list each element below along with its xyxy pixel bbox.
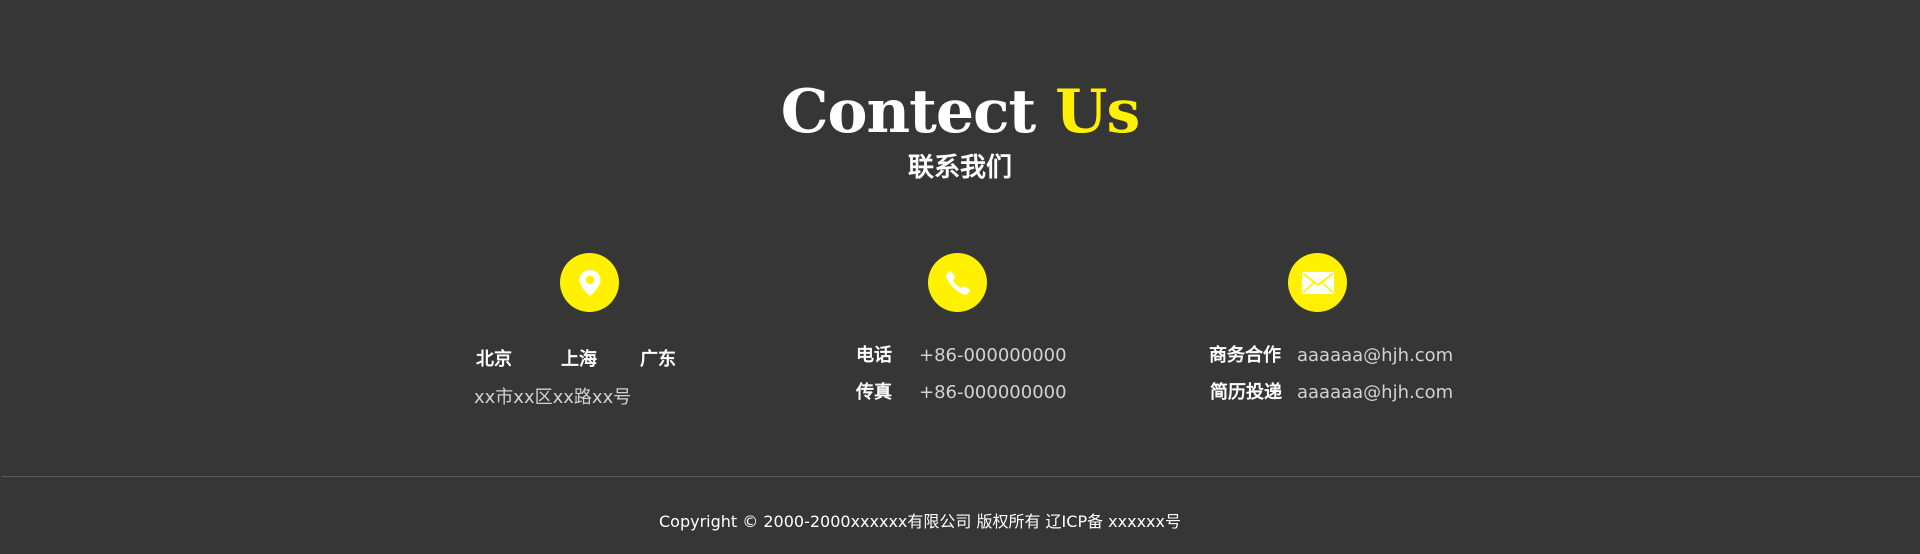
city-shanghai[interactable]: 上海 bbox=[561, 348, 597, 372]
title-main: Contect bbox=[780, 77, 1037, 147]
section-subtitle: 联系我们 bbox=[907, 153, 1012, 183]
city-guangdong[interactable]: 广东 bbox=[640, 348, 676, 372]
resume-email[interactable]: aaaaaa@hjh.com bbox=[1297, 381, 1453, 405]
phone-value[interactable]: +86-000000000 bbox=[919, 344, 1067, 368]
city-beijing[interactable]: 北京 bbox=[476, 348, 512, 372]
envelope-icon bbox=[1288, 253, 1347, 312]
title-accent: Us bbox=[1055, 77, 1140, 147]
phone-icon bbox=[928, 253, 987, 312]
footer-divider bbox=[2, 476, 1920, 477]
address-detail: xx市xx区xx路xx号 bbox=[474, 387, 632, 408]
location-pin-icon bbox=[560, 253, 619, 312]
business-email[interactable]: aaaaaa@hjh.com bbox=[1297, 344, 1453, 368]
phone-label: 电话 bbox=[856, 345, 892, 366]
resume-label: 简历投递 bbox=[1210, 382, 1282, 403]
fax-value[interactable]: +86-000000000 bbox=[919, 381, 1067, 405]
copyright-text: Copyright © 2000-2000xxxxxx有限公司 版权所有 辽IC… bbox=[659, 512, 1181, 531]
section-title: Contect Us bbox=[0, 76, 1920, 148]
business-label: 商务合作 bbox=[1209, 345, 1281, 366]
fax-label: 传真 bbox=[856, 382, 892, 403]
